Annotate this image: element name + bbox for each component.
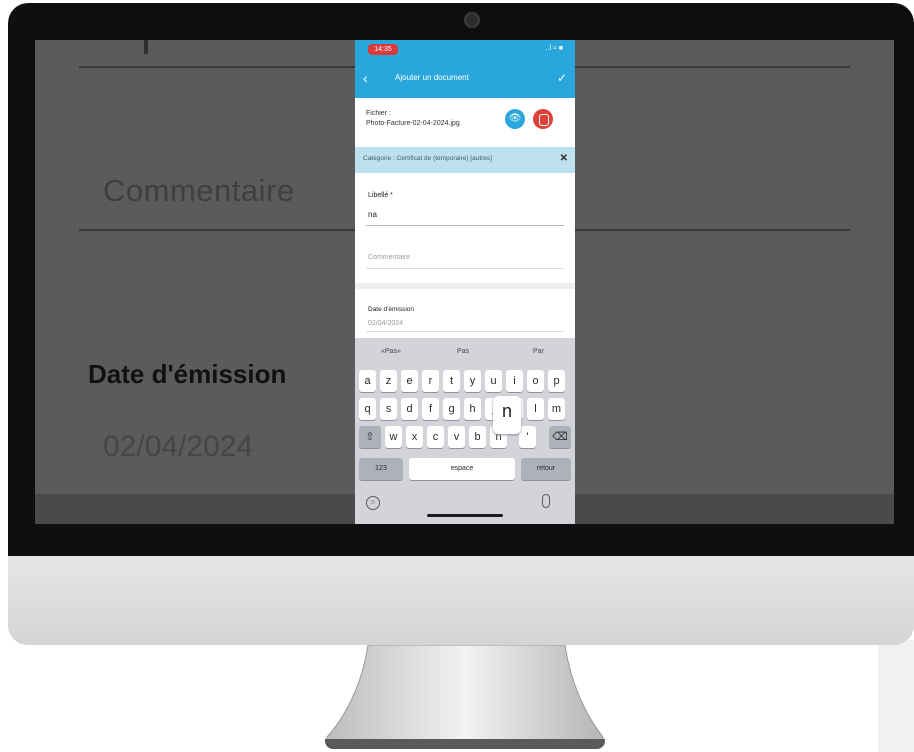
keyboard-row-1: a z e r t y u i o p	[355, 370, 575, 392]
name-field-input[interactable]: na	[368, 210, 377, 219]
numbers-key[interactable]: 123	[359, 458, 403, 480]
camera-icon	[464, 12, 480, 28]
status-icons: ..l ≈ ■	[545, 45, 563, 52]
key-d[interactable]: d	[401, 398, 418, 420]
suggestion-item[interactable]: Par	[533, 348, 544, 355]
key-g[interactable]: g	[443, 398, 460, 420]
key-o[interactable]: o	[527, 370, 544, 392]
date-field-label: Date d'émission	[368, 306, 415, 313]
home-indicator[interactable]	[427, 514, 503, 517]
app-header: 14:35 ..l ≈ ■ ‹ Ajouter un document ✓	[355, 40, 575, 98]
keyboard-row-3: ⇧ w x c v b n ' ⌫	[355, 426, 575, 448]
space-key[interactable]: espace	[409, 458, 515, 480]
confirm-check-icon[interactable]: ✓	[557, 71, 567, 85]
key-r[interactable]: r	[422, 370, 439, 392]
key-h[interactable]: h	[464, 398, 481, 420]
back-chevron-icon[interactable]: ‹	[363, 71, 368, 85]
monitor-stand-base	[325, 739, 605, 749]
key-f[interactable]: f	[422, 398, 439, 420]
key-v[interactable]: v	[448, 426, 465, 448]
key-t[interactable]: t	[443, 370, 460, 392]
file-name: Photo-Facture-02-04-2024.jpg	[366, 120, 460, 127]
key-b[interactable]: b	[469, 426, 486, 448]
key-s[interactable]: s	[380, 398, 397, 420]
field-underline	[366, 331, 564, 332]
monitor-stand	[326, 645, 604, 741]
background-comment-field: Commentaire	[103, 173, 295, 208]
page-title: Ajouter un document	[395, 73, 469, 82]
preview-eye-icon[interactable]: 👁	[505, 109, 525, 129]
file-label: Fichier :	[366, 110, 391, 117]
key-l[interactable]: l	[527, 398, 544, 420]
key-c[interactable]: c	[427, 426, 444, 448]
key-u[interactable]: u	[485, 370, 502, 392]
key-apostrophe[interactable]: '	[519, 426, 536, 448]
suggestion-item[interactable]: «Pas»	[381, 348, 401, 355]
section-separator	[355, 283, 575, 289]
suggestion-item[interactable]: Pas	[457, 348, 469, 355]
close-icon[interactable]: ✕	[560, 153, 568, 164]
name-field-label: Libellé *	[368, 192, 393, 199]
key-a[interactable]: a	[359, 370, 376, 392]
shift-key[interactable]: ⇧	[359, 426, 381, 448]
key-z[interactable]: z	[380, 370, 397, 392]
key-m[interactable]: m	[548, 398, 565, 420]
delete-trash-icon[interactable]	[533, 109, 553, 129]
key-y[interactable]: y	[464, 370, 481, 392]
key-i[interactable]: i	[506, 370, 523, 392]
monitor-chin	[8, 556, 914, 645]
key-popup: n	[493, 396, 521, 434]
comment-field-input[interactable]: Commentaire	[368, 254, 410, 261]
key-w[interactable]: w	[385, 426, 402, 448]
keyboard: «Pas» Pas Par a z e r t y u i o p q s d …	[355, 338, 575, 524]
key-e[interactable]: e	[401, 370, 418, 392]
side-panel	[878, 640, 914, 752]
key-p[interactable]: p	[548, 370, 565, 392]
keyboard-row-4: 123 espace retour	[355, 458, 575, 480]
status-time: 14:35	[368, 44, 398, 55]
phone-screen: 14:35 ..l ≈ ■ ‹ Ajouter un document ✓ Fi…	[355, 40, 575, 524]
microphone-icon[interactable]	[542, 494, 550, 508]
field-underline	[366, 225, 564, 226]
background-date-label: Date d'émission	[88, 359, 287, 389]
key-q[interactable]: q	[359, 398, 376, 420]
emoji-icon[interactable]: ☺	[366, 496, 380, 510]
background-date-value: 02/04/2024	[103, 430, 254, 463]
date-field-input[interactable]: 02/04/2024	[368, 320, 403, 327]
category-banner: Catégorie : Certificat de (temporaire) […	[355, 147, 575, 173]
delete-key[interactable]: ⌫	[549, 426, 571, 448]
field-underline	[366, 268, 564, 269]
key-x[interactable]: x	[406, 426, 423, 448]
return-key[interactable]: retour	[521, 458, 571, 480]
keyboard-row-2: q s d f g h j k l m	[355, 398, 575, 420]
text-cursor	[144, 40, 148, 54]
category-text: Catégorie : Certificat de (temporaire) […	[363, 155, 492, 162]
